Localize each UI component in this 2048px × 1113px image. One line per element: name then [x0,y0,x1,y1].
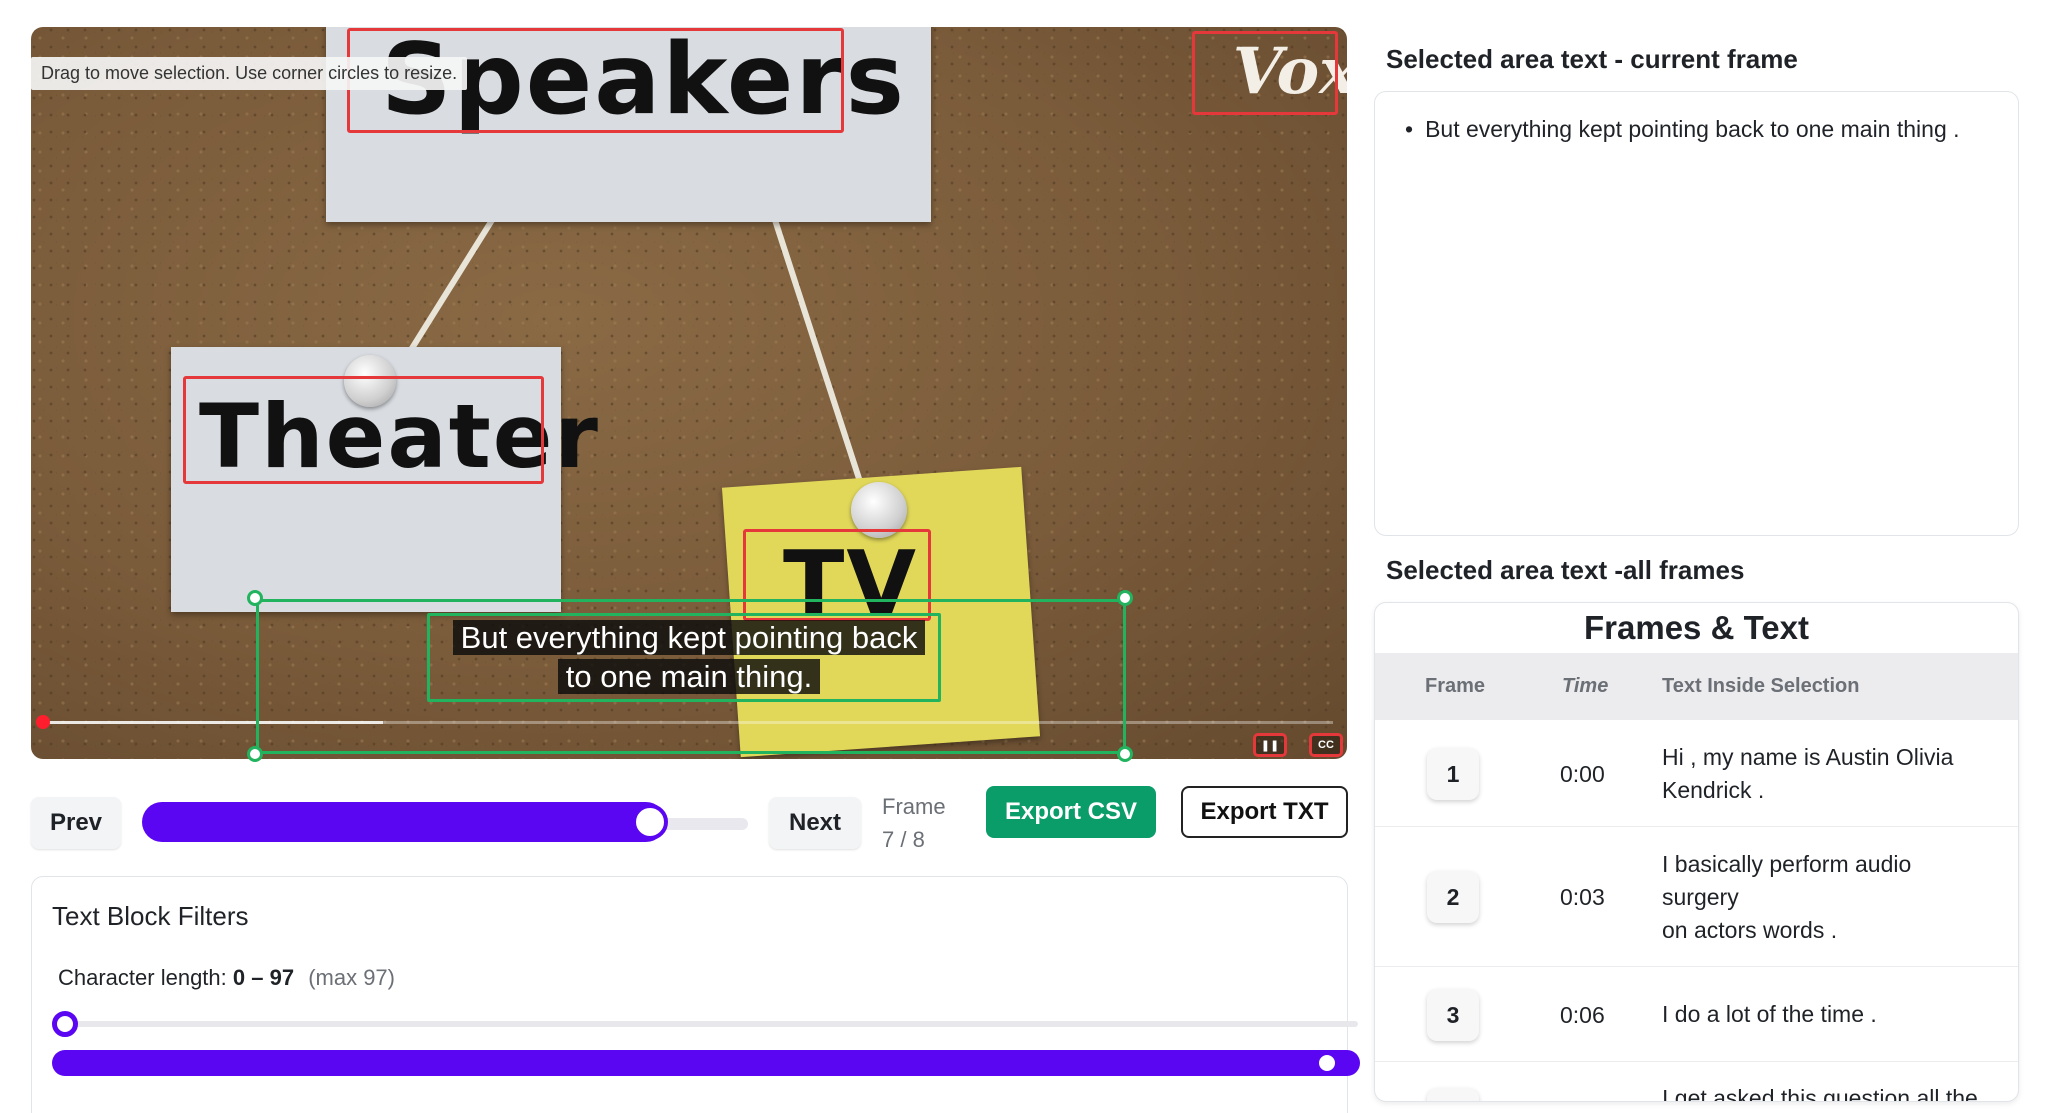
frame-number-badge[interactable]: 1 [1427,748,1479,800]
table-row[interactable]: 2 0:03 I basically perform audio surgery… [1375,827,2018,967]
row-time: 0:00 [1560,761,1605,787]
selection-hint: Drag to move selection. Use corner circl… [31,57,468,90]
header-text: Text Inside Selection [1662,675,1860,697]
header-time: Time [1562,675,1609,697]
video-progress-handle[interactable] [36,715,50,729]
header-frame: Frame [1425,675,1486,697]
all-frames-title: Selected area text -all frames [1386,555,1745,585]
char-length-caption: Character length: [58,965,227,990]
resize-handle-bottom-right[interactable] [1117,746,1133,762]
export-txt-button[interactable]: Export TXT [1181,786,1348,838]
current-frame-text-list: But everything kept pointing back to one… [1405,116,1959,143]
frame-slider-thumb[interactable] [632,804,668,840]
table-row[interactable]: 4 I get asked this question all the [1375,1062,2018,1102]
char-length-range: 0 – 97 [232,965,295,990]
min-length-slider-thumb[interactable] [52,1011,78,1037]
resize-handle-top-right[interactable] [1117,590,1133,606]
row-text: I basically perform audio surgery on act… [1662,851,1912,943]
row-text: I do a lot of the time . [1662,1001,1877,1027]
frame-slider-fill [142,802,666,842]
current-frame-text-item: But everything kept pointing back to one… [1405,116,1959,143]
frame-indicator: Frame 7 / 8 [882,790,946,856]
char-length-max: (max 97) [308,965,395,990]
cc-button[interactable]: CC [1309,733,1343,757]
frame-number-badge[interactable]: 4 [1427,1088,1479,1101]
max-length-slider-thumb[interactable] [1316,1052,1338,1074]
character-length-label: Character length: 0 – 97 (max 97) [58,965,395,991]
detection-box-logo [1192,31,1338,115]
table-row[interactable]: 3 0:06 I do a lot of the time . [1375,967,2018,1062]
max-length-slider[interactable] [52,1050,1360,1076]
selection-rectangle[interactable] [256,599,1126,754]
min-length-slider-track[interactable] [64,1021,1358,1027]
frame-indicator-label: Frame [882,794,946,819]
frame-number-badge[interactable]: 3 [1427,989,1479,1041]
row-text: I get asked this question all the [1662,1085,1978,1102]
row-time: 0:06 [1560,1002,1605,1028]
filters-title: Text Block Filters [52,901,249,931]
current-frame-text-box: But everything kept pointing back to one… [1374,91,2019,536]
frame-indicator-value: 7 / 8 [882,827,925,852]
resize-handle-top-left[interactable] [247,590,263,606]
frames-table-title: Frames & Text [1584,609,1809,646]
frames-text-table: Frames & Text Frame Time Text Inside Sel… [1374,602,2019,1102]
table-row[interactable]: 1 0:00 Hi , my name is Austin Olivia Ken… [1375,720,2018,827]
table-header: Frame Time Text Inside Selection [1375,653,2018,720]
prev-button[interactable]: Prev [31,797,121,849]
current-frame-title: Selected area text - current frame [1386,44,1798,74]
resize-handle-bottom-left[interactable] [247,746,263,762]
export-csv-button[interactable]: Export CSV [986,786,1156,838]
row-text: Hi , my name is Austin Olivia Kendrick . [1662,744,1954,803]
pause-icon[interactable]: ❚❚ [1253,733,1287,757]
next-button[interactable]: Next [769,797,861,849]
text-block-filters-card: Text Block Filters Character length: 0 –… [31,876,1360,1113]
frame-number-badge[interactable]: 2 [1427,871,1479,923]
detection-box-theater [183,376,544,484]
row-time: 0:03 [1560,884,1605,910]
